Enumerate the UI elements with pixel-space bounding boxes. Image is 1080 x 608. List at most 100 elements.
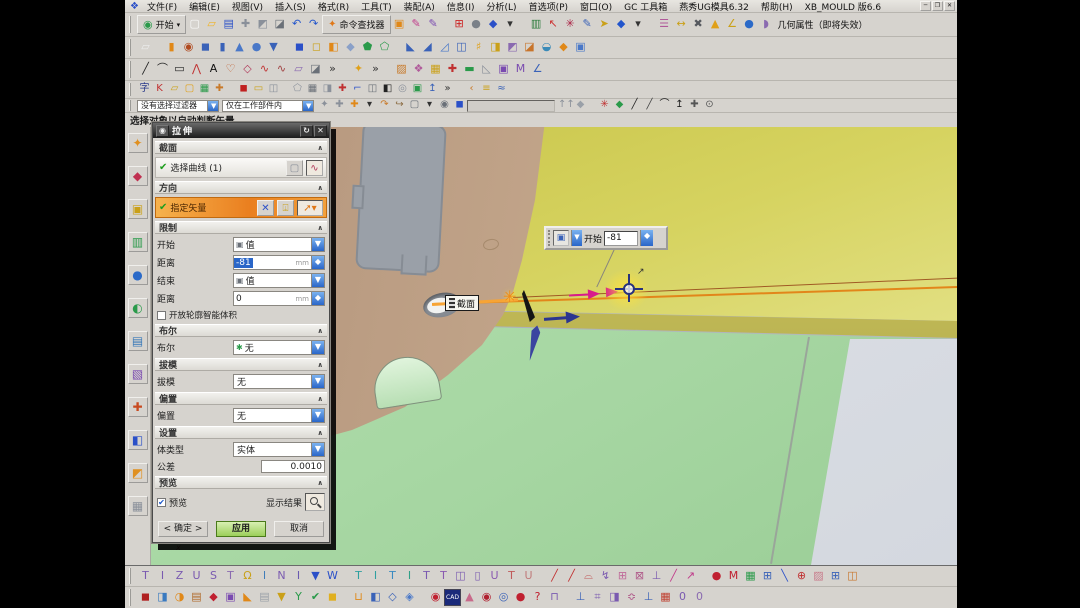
wand2-icon[interactable]: ↗ <box>682 568 699 585</box>
pink-tool-icon[interactable]: ▲ <box>461 589 478 606</box>
bolt5-icon[interactable]: ⊥ <box>640 589 657 606</box>
body-type-dropdown[interactable]: 实体 ▼ <box>233 442 325 457</box>
boolean-dropdown[interactable]: ✱ 无 ▼ <box>233 340 325 355</box>
menu-item-10[interactable]: 窗口(O) <box>574 0 618 13</box>
redo-icon[interactable]: ↷ <box>305 16 322 33</box>
toolbar-grip[interactable] <box>129 589 134 606</box>
toolbar-grip[interactable] <box>129 39 134 56</box>
annotate-pen-icon[interactable]: ✎ <box>425 16 442 33</box>
cone-icon[interactable]: ▲ <box>707 16 724 33</box>
assoc-copy-icon[interactable]: ▣ <box>572 39 589 56</box>
ball-cubes-icon[interactable]: ◇ <box>384 589 401 606</box>
cone-feature-icon[interactable]: ▲ <box>231 39 248 56</box>
intersect-icon[interactable]: ◧ <box>325 39 342 56</box>
check-panel-icon[interactable]: ✔ <box>307 589 324 606</box>
patch-icon[interactable]: ◪ <box>521 39 538 56</box>
block-icon[interactable]: ◼ <box>197 39 214 56</box>
toolbar-grip[interactable] <box>129 15 134 34</box>
sketch-icon[interactable]: ▱ <box>137 39 154 56</box>
close-button[interactable]: ✕ <box>944 1 955 11</box>
clamp2-icon[interactable]: ⊓ <box>546 589 563 606</box>
red-panel2-icon[interactable]: ▦ <box>657 589 674 606</box>
onscreen-input-bar[interactable]: ▣ ▼ 开始 -81 ◆ <box>544 226 668 250</box>
hole-icon[interactable]: ◉ <box>180 39 197 56</box>
dialog-menu-icon[interactable]: ◉ <box>156 124 169 137</box>
hook-icon[interactable]: ↪ <box>392 98 407 113</box>
branch-icon[interactable]: ↯ <box>597 568 614 585</box>
comb-pattern-icon[interactable]: ☰ <box>656 16 673 33</box>
bolt4-icon[interactable]: ≎ <box>623 589 640 606</box>
toolbar-grip[interactable] <box>129 61 134 78</box>
poly-icon[interactable]: ⬠ <box>290 82 305 97</box>
more-arrow-icon[interactable]: » <box>440 82 455 97</box>
hand-icon[interactable]: ↥ <box>425 82 440 97</box>
bolt1-icon[interactable]: ⊥ <box>572 589 589 606</box>
shell-icon[interactable]: ◫ <box>453 39 470 56</box>
toolbar-grip[interactable] <box>129 82 134 97</box>
menu-item-2[interactable]: 视图(V) <box>226 0 269 13</box>
dropdown-arrow-icon[interactable]: ▾ <box>502 16 519 33</box>
pin-o1-icon[interactable]: 0 <box>674 589 691 606</box>
gift-box-icon[interactable]: ◨ <box>154 589 171 606</box>
snap-star-icon[interactable]: ✳ <box>562 16 579 33</box>
boss-icon[interactable]: ▼ <box>265 39 282 56</box>
cancel-button[interactable]: 取消 <box>274 521 324 537</box>
menu-item-0[interactable]: 文件(F) <box>141 0 183 13</box>
pocket-icon[interactable]: ◼ <box>137 589 154 606</box>
bolt3-icon[interactable]: ◨ <box>606 589 623 606</box>
silver-stack-icon[interactable]: ▤ <box>256 589 273 606</box>
g-box-icon[interactable]: ▣ <box>410 82 425 97</box>
menu-item-14[interactable]: XB_MOULD 版6.6 <box>799 0 887 13</box>
direction-arrow-1[interactable] <box>587 288 601 300</box>
selection-scope-dropdown[interactable]: 仅在工作部件内 ▼ <box>222 99 314 112</box>
red-swirl-icon[interactable]: ● <box>512 589 529 606</box>
datum-csys-icon[interactable]: ▱ <box>167 82 182 97</box>
menu-item-7[interactable]: 信息(I) <box>441 0 481 13</box>
sew-icon[interactable]: ◆ <box>342 39 359 56</box>
support-pillar-icon[interactable]: T <box>222 568 239 585</box>
project-curve-icon[interactable]: ◪ <box>307 61 324 78</box>
slider-icon[interactable]: U <box>188 568 205 585</box>
net-icon[interactable]: ▦ <box>305 82 320 97</box>
palette-icon[interactable]: ✚ <box>127 397 148 417</box>
collapse-icon[interactable]: ∧ <box>317 361 323 369</box>
film-icon[interactable]: ▦ <box>127 496 148 516</box>
xform-icon[interactable]: ✖ <box>690 16 707 33</box>
blend-icon[interactable]: ◣ <box>402 39 419 56</box>
reuse-library-icon[interactable]: ▥ <box>127 232 148 252</box>
cylinder-icon[interactable]: ▮ <box>214 39 231 56</box>
settings-header[interactable]: 设置 ∧ <box>155 426 327 439</box>
diagonal-icon[interactable]: ╲ <box>776 568 793 585</box>
dropdown-arrow-icon[interactable]: ▼ <box>311 409 324 422</box>
unite-icon[interactable]: ◼ <box>291 39 308 56</box>
wrap-icon[interactable]: ◒ <box>538 39 555 56</box>
rectangle-icon[interactable]: ▭ <box>171 61 188 78</box>
quad-icon[interactable]: ⊞ <box>614 568 631 585</box>
menu-item-13[interactable]: 帮助(H) <box>755 0 799 13</box>
materials-icon[interactable]: ▤ <box>127 331 148 351</box>
selection-filter-dropdown[interactable]: 没有选择过滤器 ▼ <box>137 99 219 112</box>
origin-star-icon[interactable]: ✳ <box>503 287 516 306</box>
rect-select-icon[interactable]: ▢ <box>407 98 422 113</box>
open-profile-checkbox[interactable] <box>157 310 166 320</box>
offset-curve-icon[interactable]: ▱ <box>290 61 307 78</box>
text-icon[interactable]: A <box>205 61 222 78</box>
menu-item-12[interactable]: 燕秀UG模具6.32 <box>673 0 755 13</box>
pin-teal1-icon[interactable]: T <box>350 568 367 585</box>
draft-header[interactable]: 拔模 ∧ <box>155 358 327 371</box>
pattern-star-icon[interactable]: ❖ <box>410 61 427 78</box>
pin-purple2-icon[interactable]: T <box>435 568 452 585</box>
angle-dim-icon[interactable]: ∠ <box>529 61 546 78</box>
snap-cross-icon[interactable]: ✚ <box>687 98 702 113</box>
limits-header[interactable]: 限制 ∧ <box>155 221 327 234</box>
web-browser-icon[interactable]: ● <box>127 265 148 285</box>
spinner-button[interactable]: ◆ <box>640 230 654 246</box>
start-option-dropdown[interactable]: ▣ 值 ▼ <box>233 237 325 252</box>
matrix-icon[interactable]: M <box>512 61 529 78</box>
reverse-direction-button[interactable]: ✕ <box>257 199 274 216</box>
arch-icon[interactable]: ◗ <box>758 16 775 33</box>
dialog-reset-button[interactable]: ↻ <box>300 124 313 137</box>
drag-grip[interactable] <box>548 230 551 246</box>
green-y-icon[interactable]: Y <box>290 589 307 606</box>
box-section-icon[interactable]: ◫ <box>844 568 861 585</box>
